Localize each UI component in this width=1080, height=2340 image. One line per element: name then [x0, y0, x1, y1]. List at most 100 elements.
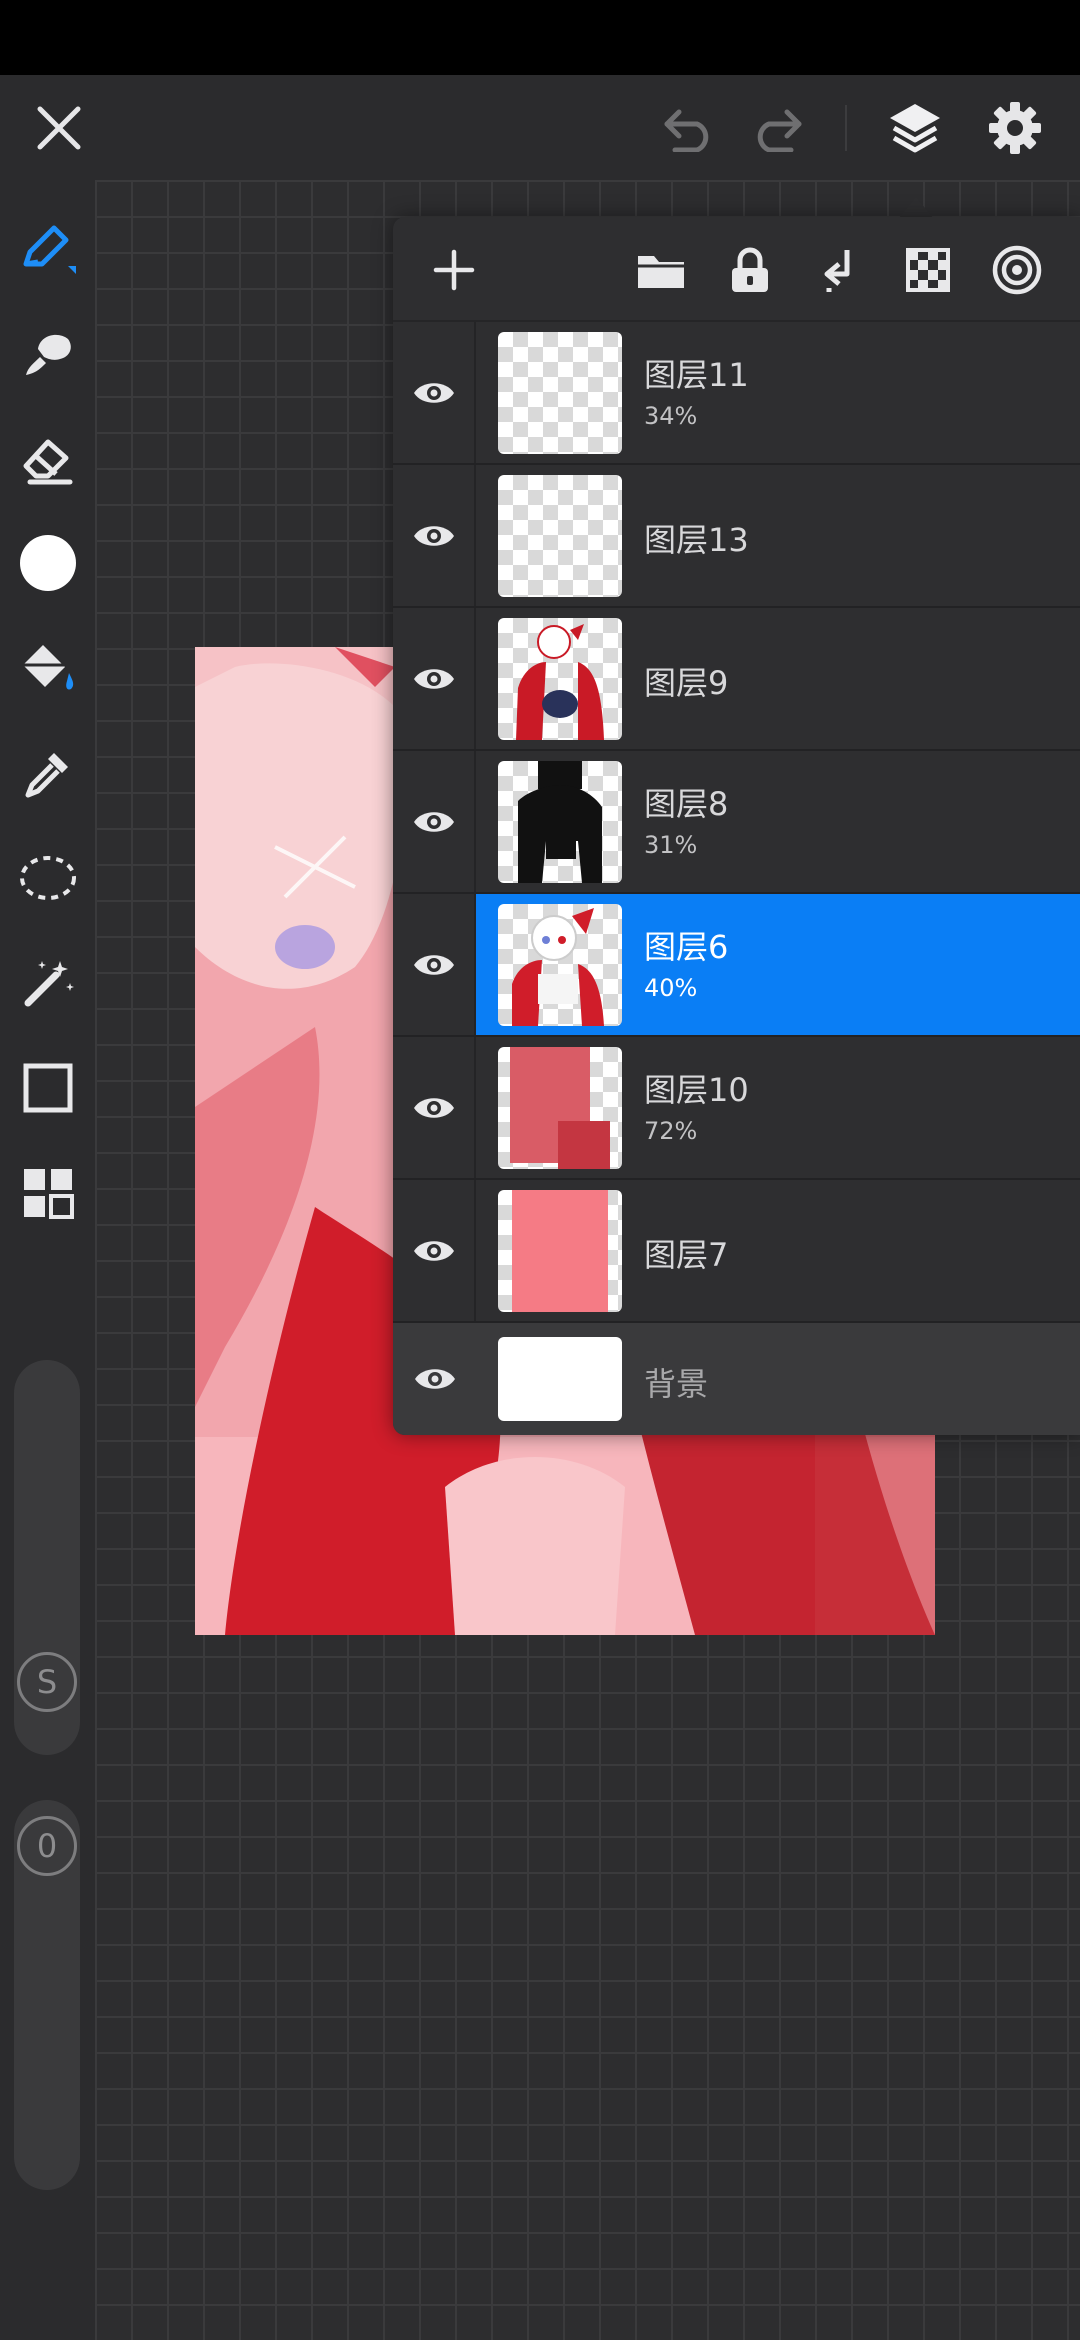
layer-row[interactable]: 图层10 72% — [393, 1037, 1080, 1180]
add-layer-button[interactable] — [423, 239, 485, 301]
layer-name: 图层7 — [644, 1236, 729, 1274]
layer-name: 图层9 — [644, 664, 729, 702]
eyedropper-tool[interactable] — [10, 735, 85, 810]
smudge-tool[interactable] — [10, 315, 85, 390]
redo-icon — [757, 109, 802, 152]
visibility-toggle[interactable] — [393, 608, 476, 749]
add-layer-icon — [433, 249, 475, 291]
visibility-toggle[interactable] — [393, 751, 476, 892]
drawing-app: S 0 图层11 34% 图层13 图层9 图层8 31% 图层6 40% 图层… — [0, 75, 1080, 2340]
eyedropper-icon — [25, 752, 68, 797]
layers-button[interactable] — [880, 93, 950, 163]
layer-row-selected[interactable]: 图层6 40% — [393, 894, 1080, 1037]
close-button[interactable] — [24, 93, 94, 163]
eye-icon — [413, 954, 454, 975]
size-badge: S — [17, 1652, 77, 1712]
visibility-toggle[interactable] — [393, 1037, 476, 1178]
transparency-lock-button[interactable] — [897, 239, 959, 301]
eye-icon — [413, 525, 454, 546]
visibility-toggle[interactable] — [393, 465, 476, 606]
visibility-toggle[interactable] — [393, 1323, 476, 1435]
toolbar-divider — [845, 105, 847, 151]
layer-row[interactable]: 图层13 — [393, 465, 1080, 608]
layer-content[interactable]: 图层6 40% — [476, 894, 1080, 1035]
folder-icon — [638, 256, 684, 288]
visibility-toggle[interactable] — [393, 1180, 476, 1321]
visibility-toggle[interactable] — [393, 894, 476, 1035]
pen-tool[interactable] — [10, 210, 85, 285]
layer-row[interactable]: 图层9 — [393, 608, 1080, 751]
layer-opacity: 34% — [644, 402, 698, 430]
layer-thumbnail — [498, 475, 622, 597]
lock-layer-button[interactable] — [719, 239, 781, 301]
layer-thumbnail — [498, 1190, 622, 1312]
undo-icon — [664, 109, 709, 152]
layer-content[interactable]: 图层13 — [476, 465, 1080, 606]
background-thumbnail — [498, 1337, 622, 1421]
layer-content[interactable]: 图层9 — [476, 608, 1080, 749]
pen-icon — [23, 225, 76, 274]
settings-button[interactable] — [980, 93, 1050, 163]
merge-down-icon — [824, 250, 850, 292]
background-layer-name: 背景 — [644, 1365, 709, 1403]
shape-icon — [23, 1063, 72, 1112]
left-toolbar: S 0 — [0, 180, 95, 2340]
opacity-badge: 0 — [17, 1816, 77, 1876]
eye-icon — [413, 811, 454, 832]
visibility-toggle[interactable] — [393, 322, 476, 463]
new-folder-button[interactable] — [630, 239, 692, 301]
eye-icon — [413, 1240, 454, 1261]
layer-content[interactable]: 图层11 34% — [476, 322, 1080, 463]
current-color-swatch — [19, 534, 76, 591]
layer-name: 图层13 — [644, 521, 749, 559]
layer-opacity: 72% — [644, 1117, 698, 1145]
redo-button[interactable] — [742, 93, 812, 163]
color-picker-button[interactable] — [10, 525, 85, 600]
magic-wand-tool[interactable] — [10, 945, 85, 1020]
layer-content[interactable]: 图层7 — [476, 1180, 1080, 1321]
fill-icon — [22, 644, 73, 690]
merge-down-button[interactable] — [808, 239, 870, 301]
layer-name: 图层10 — [644, 1071, 749, 1109]
shape-tool[interactable] — [10, 1050, 85, 1125]
layers-panel-toolbar — [393, 217, 1080, 322]
blend-mode-button[interactable] — [986, 239, 1048, 301]
layers-icon — [890, 104, 940, 153]
close-icon — [37, 106, 81, 150]
blend-icon — [992, 245, 1042, 295]
layer-content[interactable]: 背景 — [476, 1323, 1080, 1435]
grid-tool[interactable] — [10, 1155, 85, 1230]
settings-icon — [989, 102, 1041, 154]
layer-name: 图层11 — [644, 356, 749, 394]
background-layer-row[interactable]: 背景 — [393, 1323, 1080, 1435]
lasso-icon — [19, 855, 76, 900]
layer-content[interactable]: 图层10 72% — [476, 1037, 1080, 1178]
layer-row[interactable]: 图层8 31% — [393, 751, 1080, 894]
undo-button[interactable] — [654, 93, 724, 163]
layers-panel: 图层11 34% 图层13 图层9 图层8 31% 图层6 40% 图层10 7… — [393, 217, 1080, 1435]
fill-tool[interactable] — [10, 630, 85, 705]
top-bar — [0, 75, 1080, 180]
grid-icon — [23, 1168, 74, 1219]
layer-name: 图层8 — [644, 785, 729, 823]
layer-opacity: 31% — [644, 831, 698, 859]
layer-thumbnail — [498, 618, 622, 740]
lock-icon — [732, 247, 768, 292]
eye-icon — [413, 668, 454, 689]
magic-wand-icon — [24, 960, 74, 1006]
eraser-tool[interactable] — [10, 420, 85, 495]
layer-content[interactable]: 图层8 31% — [476, 751, 1080, 892]
transparency-icon — [906, 248, 950, 292]
layers-panel-pointer — [898, 197, 934, 219]
layer-thumbnail — [498, 332, 622, 454]
eye-icon — [413, 1097, 454, 1118]
eye-icon — [413, 382, 454, 403]
smudge-icon — [25, 334, 71, 375]
lasso-tool[interactable] — [10, 840, 85, 915]
layer-row[interactable]: 图层7 — [393, 1180, 1080, 1323]
layer-thumbnail — [498, 761, 622, 883]
layer-row[interactable]: 图层11 34% — [393, 322, 1080, 465]
layer-opacity: 40% — [644, 974, 698, 1002]
layer-thumbnail — [498, 904, 622, 1026]
status-bar — [0, 0, 1080, 75]
